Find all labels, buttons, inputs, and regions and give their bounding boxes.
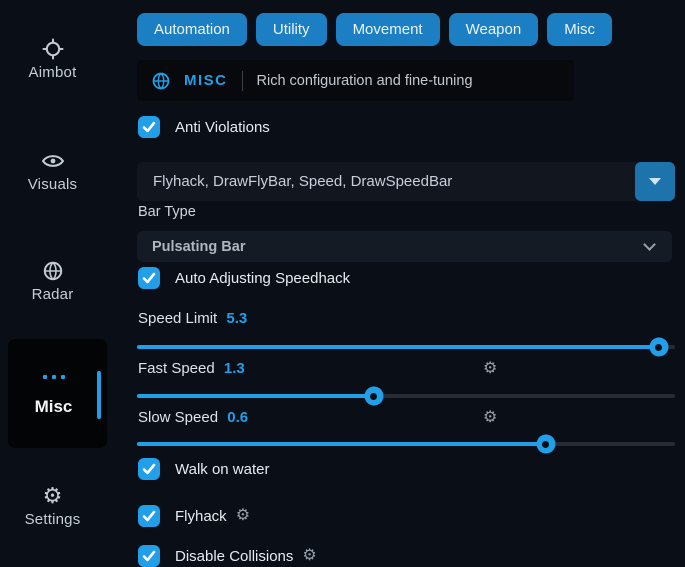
tab-movement[interactable]: Movement	[336, 13, 440, 46]
gear-icon[interactable]: ⚙	[483, 361, 497, 377]
slider-fill	[137, 442, 546, 446]
sidebar-item-label: Settings	[25, 511, 81, 528]
multiselect-value: Flyhack, DrawFlyBar, Speed, DrawSpeedBar	[137, 173, 452, 190]
walk-on-water-checkbox-row[interactable]: Walk on water	[138, 458, 269, 480]
gear-icon[interactable]: ⚙	[236, 508, 250, 524]
speed-limit-slider[interactable]	[137, 338, 675, 356]
active-indicator-bar	[97, 371, 101, 419]
slider-fill	[137, 345, 659, 349]
checkbox-checked[interactable]	[138, 267, 160, 289]
ellipsis-icon	[8, 375, 99, 379]
slider-track[interactable]	[137, 394, 675, 398]
sidebar-item-misc[interactable]: Misc	[8, 339, 107, 448]
sidebar-item-label: Visuals	[28, 176, 77, 193]
chevron-down-icon	[643, 238, 656, 251]
cheat-menu-root: { "colors": { "accent": "#219fe8", "tab_…	[0, 0, 685, 563]
sidebar-item-aimbot[interactable]: Aimbot	[0, 37, 105, 82]
checkbox-label: Anti Violations	[175, 119, 270, 136]
gear-icon[interactable]: ⚙	[483, 410, 497, 426]
fast-speed-label: Fast Speed 1.3 ⚙	[138, 360, 245, 382]
slider-value: 1.3	[224, 360, 245, 377]
checkbox-checked[interactable]	[138, 545, 160, 567]
gear-icon: ⚙	[0, 484, 105, 508]
sidebar-item-label: Aimbot	[29, 64, 77, 81]
slow-speed-slider[interactable]	[137, 435, 675, 453]
slider-value: 5.3	[226, 310, 247, 327]
slider-thumb[interactable]	[536, 435, 555, 454]
fast-speed-slider[interactable]	[137, 387, 675, 405]
checkbox-label: Flyhack	[175, 508, 227, 525]
globe-icon	[151, 71, 171, 91]
slider-name: Speed Limit	[138, 310, 217, 327]
auto-adjusting-speedhack-checkbox-row[interactable]: Auto Adjusting Speedhack	[138, 267, 350, 289]
slider-track[interactable]	[137, 442, 675, 446]
eye-icon	[0, 149, 105, 173]
sidebar-item-label: Misc	[8, 397, 99, 417]
tab-weapon[interactable]: Weapon	[449, 13, 539, 46]
anti-violations-checkbox-row[interactable]: Anti Violations	[138, 116, 270, 138]
speed-limit-label: Speed Limit 5.3	[138, 310, 247, 332]
checkmark-icon	[142, 272, 156, 284]
section-title: MISC	[184, 72, 228, 89]
slider-value: 0.6	[227, 409, 248, 426]
crosshair-icon	[0, 37, 105, 61]
slider-fill	[137, 394, 374, 398]
triangle-down-icon	[649, 178, 661, 185]
disable-collisions-checkbox-row[interactable]: Disable Collisions ⚙	[138, 545, 317, 567]
slider-track[interactable]	[137, 345, 675, 349]
tab-misc[interactable]: Misc	[547, 13, 612, 46]
checkbox-label: Disable Collisions	[175, 548, 293, 565]
slow-speed-label: Slow Speed 0.6 ⚙	[138, 409, 248, 431]
divider	[242, 71, 243, 91]
bar-type-select[interactable]: Pulsating Bar	[137, 231, 672, 262]
globe-icon	[0, 259, 105, 283]
slider-name: Fast Speed	[138, 360, 215, 377]
checkbox-label: Auto Adjusting Speedhack	[175, 270, 350, 287]
slider-thumb[interactable]	[364, 387, 383, 406]
checkbox-label: Walk on water	[175, 461, 269, 478]
tab-utility[interactable]: Utility	[256, 13, 327, 46]
section-subtitle: Rich configuration and fine-tuning	[257, 73, 473, 89]
checkbox-checked[interactable]	[138, 458, 160, 480]
sidebar-item-radar[interactable]: Radar	[0, 259, 105, 304]
category-tabs: Automation Utility Movement Weapon Misc	[137, 13, 612, 46]
checkmark-icon	[142, 463, 156, 475]
flyhack-checkbox-row[interactable]: Flyhack ⚙	[138, 505, 250, 527]
section-header: MISC Rich configuration and fine-tuning	[137, 60, 574, 101]
gear-icon[interactable]: ⚙	[302, 548, 316, 564]
tab-automation[interactable]: Automation	[137, 13, 247, 46]
checkmark-icon	[142, 121, 156, 133]
checkbox-checked[interactable]	[138, 116, 160, 138]
checkbox-checked[interactable]	[138, 505, 160, 527]
select-value: Pulsating Bar	[137, 239, 245, 255]
sidebar-item-settings[interactable]: ⚙ Settings	[0, 484, 105, 529]
sidebar: Aimbot Visuals Radar Misc ⚙ Settings	[0, 0, 130, 563]
sidebar-item-visuals[interactable]: Visuals	[0, 149, 105, 194]
multiselect-open-button[interactable]	[635, 162, 675, 201]
checkmark-icon	[142, 550, 156, 562]
slider-name: Slow Speed	[138, 409, 218, 426]
checkmark-icon	[142, 510, 156, 522]
slider-thumb[interactable]	[649, 338, 668, 357]
main-panel: Automation Utility Movement Weapon Misc …	[137, 0, 675, 563]
bar-type-label: Bar Type	[138, 204, 196, 220]
sidebar-item-label: Radar	[32, 286, 74, 303]
bar-flags-multiselect[interactable]: Flyhack, DrawFlyBar, Speed, DrawSpeedBar	[137, 162, 675, 201]
